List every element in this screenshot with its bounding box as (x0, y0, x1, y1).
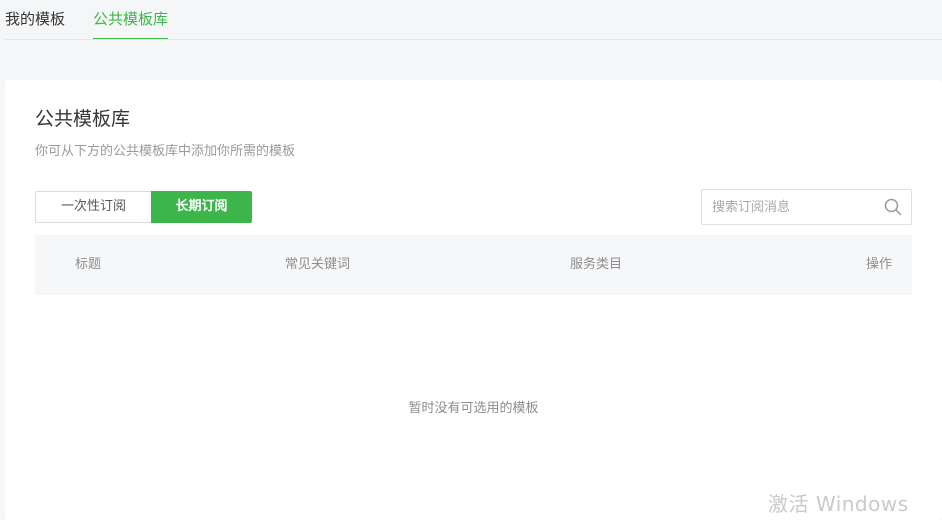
tab-my-templates[interactable]: 我的模板 (5, 0, 65, 40)
tab-bar-divider (5, 39, 942, 40)
search-box (701, 189, 912, 225)
column-header-keywords: 常见关键词 (285, 257, 351, 272)
tab-my-templates-label: 我的模板 (5, 10, 66, 28)
long-term-subscription-button[interactable]: 长期订阅 (151, 191, 252, 223)
table-header: 标题 常见关键词 服务类目 操作 (35, 235, 912, 295)
search-input[interactable] (712, 190, 877, 224)
subscription-type-toggle: 一次性订阅 长期订阅 (35, 191, 252, 223)
column-header-title: 标题 (75, 257, 102, 272)
tab-public-templates[interactable]: 公共模板库 (93, 0, 169, 40)
windows-activation-watermark: 激活 Windows (768, 492, 909, 516)
page-title: 公共模板库 (35, 108, 131, 130)
tab-public-templates-label: 公共模板库 (93, 10, 169, 28)
top-tab-bar: 我的模板 公共模板库 (0, 0, 942, 40)
search-icon[interactable] (884, 198, 902, 216)
template-library-panel: 公共模板库 你可从下方的公共模板库中添加你所需的模板 一次性订阅 长期订阅 标题… (5, 80, 942, 520)
empty-state-text: 暂时没有可选用的模板 (408, 401, 539, 416)
column-header-category: 服务类目 (570, 257, 623, 272)
page-description: 你可从下方的公共模板库中添加你所需的模板 (35, 144, 296, 159)
column-header-actions: 操作 (865, 257, 892, 272)
one-time-subscription-button[interactable]: 一次性订阅 (35, 191, 151, 223)
